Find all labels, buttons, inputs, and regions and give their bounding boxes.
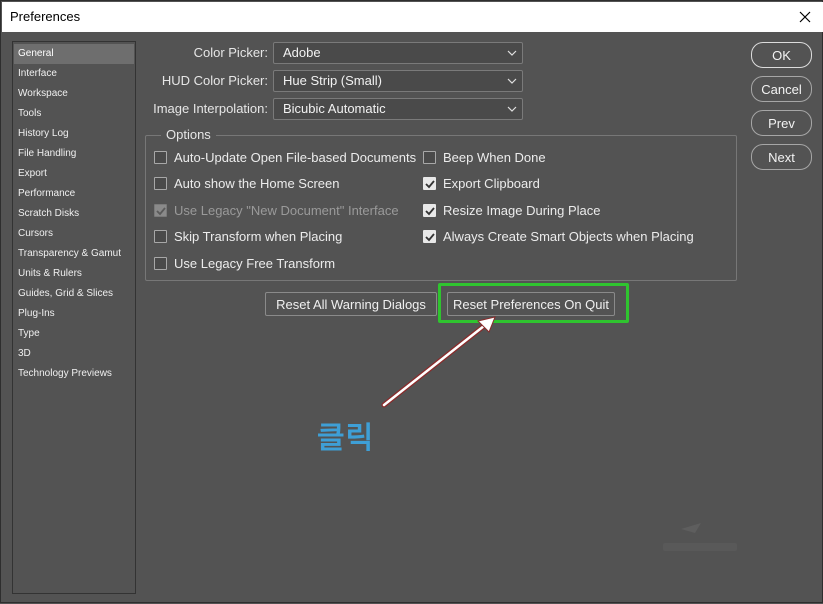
click-annotation-text: 클릭 — [317, 421, 375, 456]
watermark-logo-icon — [663, 523, 737, 551]
annotation-arrow-icon — [381, 316, 496, 408]
preferences-dialog: Preferences General Interface Workspace … — [0, 0, 823, 603]
